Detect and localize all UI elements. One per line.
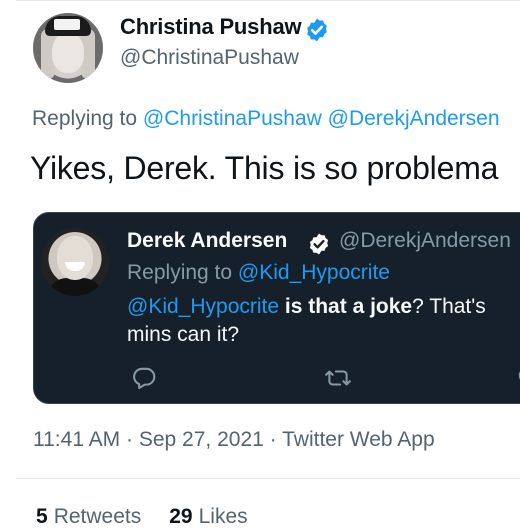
tweet-client[interactable]: Twitter Web App [282,428,435,451]
reply-icon[interactable] [131,365,157,391]
quoted-author-avatar[interactable] [41,228,109,296]
mention-link[interactable]: @ChristinaPushaw [143,107,322,130]
stats-divider [16,478,520,479]
quoted-replying-to: Replying to @Kid_Hypocrite [127,261,390,285]
top-divider [16,0,520,1]
replying-to: Replying to @ChristinaPushaw @DerekjAnde… [32,107,500,131]
mention-link[interactable]: @DerekjAndersen [328,107,500,130]
replying-prefix: Replying to [127,261,233,284]
author-avatar[interactable] [33,13,103,83]
tweet-text: Yikes, Derek. This is so problema [30,150,499,186]
tweet-metadata: 11:41 AM · Sep 27, 2021 · Twitter Web Ap… [33,428,435,452]
likes-stat[interactable]: 29 Likes [169,505,247,528]
verified-badge-icon [307,18,327,42]
retweets-count: 5 [36,505,48,528]
verified-badge-icon [309,233,329,255]
quoted-tweet-text-line2: mins can it? [127,323,240,346]
likes-count: 29 [169,505,193,528]
meta-separator: · [126,428,134,451]
like-icon[interactable] [516,365,520,391]
quoted-author-handle[interactable]: @DerekjAndersen [339,229,511,253]
likes-label: Likes [198,505,248,528]
author-name[interactable]: Christina Pushaw [120,14,302,40]
quoted-tweet-card[interactable]: Derek Andersen @DerekjAndersen Replying … [33,212,520,404]
quoted-text-rest: ? That's [412,295,486,318]
retweets-label: Retweets [53,505,142,528]
engagement-stats: 5 Retweets 29 Likes [36,505,248,529]
tweet: Christina Pushaw @ChristinaPushaw Replyi… [0,0,520,528]
meta-separator: · [269,428,277,451]
author-handle[interactable]: @ChristinaPushaw [120,46,299,70]
tweet-date[interactable]: Sep 27, 2021 [139,428,264,451]
mention-link[interactable]: @Kid_Hypocrite [238,261,390,284]
mention-link[interactable]: @Kid_Hypocrite [127,295,279,318]
tweet-time[interactable]: 11:41 AM [33,428,120,451]
quoted-tweet-text: @Kid_Hypocrite is that a joke? That's [127,293,486,321]
retweet-icon[interactable] [324,365,352,391]
quoted-author-name[interactable]: Derek Andersen [127,229,287,253]
replying-prefix: Replying to [32,107,138,130]
retweets-stat[interactable]: 5 Retweets [36,505,141,528]
highlighted-text: is that a joke [284,295,413,318]
